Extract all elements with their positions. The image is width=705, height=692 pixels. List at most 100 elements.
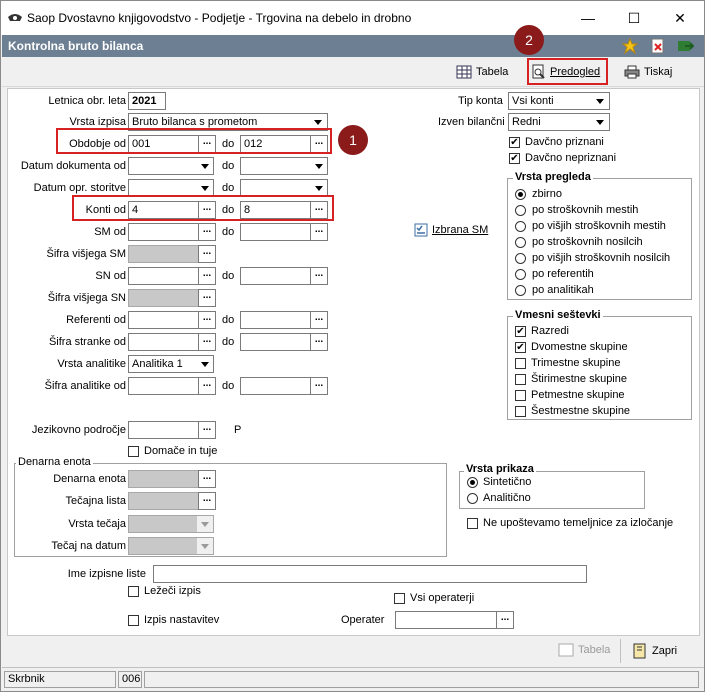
operater-label: Operater [341,614,385,626]
jezikovno-input[interactable] [128,421,200,439]
sifra-visjega-sn-input [128,289,200,307]
denarna-enota-lookup-button[interactable]: ... [198,470,216,488]
sifra-stranke-od-input[interactable] [128,333,200,351]
tecajna-lista-lookup-button[interactable]: ... [198,492,216,510]
referenti-do-lookup-button[interactable]: ... [310,311,328,329]
vmesni-checkbox-trimestne[interactable] [515,358,526,369]
vmesni-checkbox-petmestne[interactable] [515,390,526,401]
pregled-radio-zbirno[interactable] [515,189,526,200]
pregled-radio-visja-stroskovna-mesta[interactable] [515,221,526,232]
letnica-input[interactable]: 2021 [128,92,166,110]
pregled-radio-stroskovna-mesta[interactable] [515,205,526,216]
datum-opr-label: Datum opr. storitve [33,182,126,194]
referenti-do-label: do [222,314,235,326]
sifra-analitike-od-input[interactable] [128,377,200,395]
table-icon [456,65,472,79]
lezeci-checkbox[interactable] [128,586,139,597]
form-title: Kontrolna bruto bilanca [8,39,144,53]
jezikovno-lookup-button[interactable]: ... [198,421,216,439]
printer-icon [624,65,640,79]
sn-do-input[interactable] [240,267,312,285]
tiskaj-button[interactable]: Tiskaj [624,61,672,83]
bottom-tabela-button[interactable]: Tabela [558,643,610,657]
sn-label: SN od [95,270,126,282]
prikaz-radio-analiticno[interactable] [467,493,478,504]
ne-upostevamo-checkbox[interactable] [467,518,478,529]
sm-do-lookup-button[interactable]: ... [310,223,328,241]
operater-input[interactable] [395,611,499,629]
sn-do-lookup-button[interactable]: ... [310,267,328,285]
sifra-visjega-sm-lookup-button[interactable]: ... [198,245,216,263]
sifra-stranke-od-lookup-button[interactable]: ... [198,333,216,351]
pregled-option-label: po stroškovnih nosilcih [532,236,643,248]
pregled-radio-analitike[interactable] [515,285,526,296]
pregled-radio-visji-stroskovni-nosilci[interactable] [515,253,526,264]
sifra-visjega-sn-label: Šifra višjega SN [47,292,126,304]
izven-bilancni-dropdown[interactable] [592,114,608,130]
ime-izpisne-input[interactable] [153,565,587,583]
predogled-highlight [527,58,608,85]
referenti-do-input[interactable] [240,311,312,329]
ime-izpisne-label: Ime izpisne liste [67,568,146,580]
referenti-od-input[interactable] [128,311,200,329]
zapri-button[interactable]: Zapri [632,643,677,659]
operater-lookup-button[interactable]: ... [496,611,514,629]
sn-od-lookup-button[interactable]: ... [198,267,216,285]
close-button[interactable]: ✕ [657,1,703,35]
vrsta-pregleda-title: Vrsta pregleda [513,171,593,183]
tecaj-na-datum-dropdown [197,538,213,554]
davcno-nepriznani-label: Davčno nepriznani [525,152,617,164]
vmesni-checkbox-sestmestne[interactable] [515,406,526,417]
datum-opr-od-dropdown[interactable] [197,180,213,196]
vmesni-sestevki-title: Vmesni seštevki [513,309,603,321]
izpis-nastavitev-checkbox[interactable] [128,615,139,626]
exit-icon[interactable] [676,38,694,54]
sifra-analitike-do-input[interactable] [240,377,312,395]
vsi-operaterji-checkbox[interactable] [394,593,405,604]
pregled-option-label: po višjih stroškovnih nosilcih [532,252,671,264]
obdobje-highlight [56,128,332,154]
favorite-star-icon[interactable] [622,38,638,54]
referenti-od-lookup-button[interactable]: ... [198,311,216,329]
pregled-option-label: po analitikah [532,284,594,296]
tabela-button[interactable]: Tabela [456,61,508,83]
datum-opr-do-dropdown[interactable] [311,180,327,196]
datum-dokumenta-do-dropdown[interactable] [311,158,327,174]
letnica-label: Letnica obr. leta [48,95,126,107]
pregled-radio-referenti[interactable] [515,269,526,280]
sifra-visjega-sn-lookup-button[interactable]: ... [198,289,216,307]
sm-od-lookup-button[interactable]: ... [198,223,216,241]
davcno-nepriznani-checkbox[interactable]: ✔ [509,153,520,164]
vrsta-analitike-dropdown[interactable] [197,356,213,372]
sifra-analitike-label: Šifra analitike od [44,380,126,392]
close-form-icon[interactable] [650,38,666,54]
sifra-analitike-od-lookup-button[interactable]: ... [198,377,216,395]
izbrana-sm-button[interactable]: Izbrana SM [414,223,488,237]
sifra-analitike-do-lookup-button[interactable]: ... [310,377,328,395]
pregled-radio-stroskovni-nosilci[interactable] [515,237,526,248]
pregled-option-label: po višjih stroškovnih mestih [532,220,666,232]
maximize-button[interactable]: ☐ [611,1,657,35]
vmesni-checkbox-dvomestne[interactable]: ✔ [515,342,526,353]
tip-konta-dropdown[interactable] [592,93,608,109]
status-bar: Skrbnik 006 [2,667,704,691]
sifra-stranke-do-input[interactable] [240,333,312,351]
davcno-priznani-checkbox[interactable]: ✔ [509,137,520,148]
konti-highlight [72,195,334,221]
datum-dokumenta-od-dropdown[interactable] [197,158,213,174]
prikaz-radio-sinteticno[interactable] [467,477,478,488]
vrsta-tecaja-label: Vrsta tečaja [68,518,126,530]
window-title: Saop Dvostavno knjigovodstvo - Podjetje … [27,11,412,25]
sn-od-input[interactable] [128,267,200,285]
checklist-icon [414,223,428,237]
jezikovno-label: Jezikovno področje [31,424,126,436]
sifra-stranke-do-lookup-button[interactable]: ... [310,333,328,351]
sm-od-input[interactable] [128,223,200,241]
domace-checkbox[interactable] [128,446,139,457]
sm-do-input[interactable] [240,223,312,241]
vmesni-checkbox-razredi[interactable]: ✔ [515,326,526,337]
izpis-nastavitev-label: Izpis nastavitev [144,614,220,626]
vmesni-checkbox-stirimestne[interactable] [515,374,526,385]
minimize-button[interactable]: — [565,1,611,35]
datum-dokumenta-label: Datum dokumenta od [20,160,126,172]
